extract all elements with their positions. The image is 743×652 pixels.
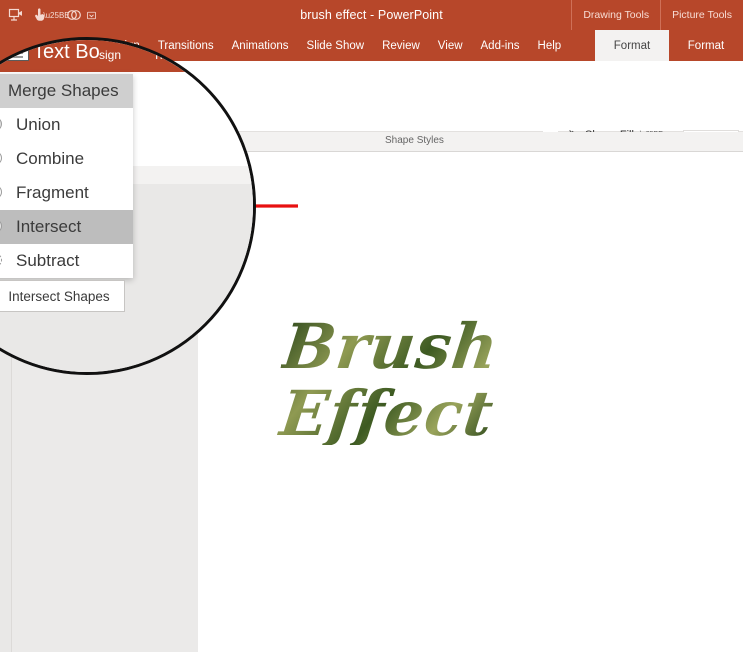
merge-shapes-menu[interactable]: Merge Shapes Union Combine Fragment Inte… xyxy=(0,74,133,278)
text-box-label: Text Bo xyxy=(33,41,100,63)
menu-item-fragment-label: Fragment xyxy=(16,183,89,202)
contextual-group-picture-tools: Picture Tools xyxy=(660,0,743,30)
intersect-icon xyxy=(0,217,3,237)
shape-styles-group-label: Shape Styles xyxy=(385,135,444,146)
tab-review[interactable]: Review xyxy=(373,30,429,61)
merge-shapes-header-label: Merge Shapes xyxy=(8,81,119,100)
combine-icon xyxy=(0,149,3,169)
wordart-brush-effect[interactable]: Brush Effect xyxy=(271,317,505,445)
menu-item-combine-label: Combine xyxy=(16,149,85,168)
slide-canvas[interactable]: Brush Effect xyxy=(199,152,743,652)
fragment-icon xyxy=(0,183,3,203)
wordart-line-2: Effect xyxy=(276,376,498,450)
title-bar: \u25BE brush effect - PowerPoint Drawing… xyxy=(0,0,743,30)
tab-view[interactable]: View xyxy=(429,30,472,61)
magnifier-circle: Text Bo sign Transitions A rt Sha Merge … xyxy=(0,37,256,375)
magnified-tab-design[interactable]: sign xyxy=(99,48,121,62)
menu-item-fragment[interactable]: Fragment xyxy=(0,176,133,210)
tab-picture-tools-format[interactable]: Format xyxy=(669,30,743,61)
contextual-tab-group-labels: Drawing Tools Picture Tools xyxy=(571,0,743,30)
tab-add-ins[interactable]: Add-ins xyxy=(472,30,529,61)
merge-shapes-menu-header[interactable]: Merge Shapes xyxy=(0,74,133,108)
wordart-line-1: Brush xyxy=(278,310,503,383)
menu-item-union-label: Union xyxy=(16,115,61,134)
menu-item-union[interactable]: Union xyxy=(0,108,133,142)
magnified-tab-animations[interactable]: A xyxy=(241,48,249,62)
menu-item-combine[interactable]: Combine xyxy=(0,142,133,176)
tab-slide-show[interactable]: Slide Show xyxy=(298,30,374,61)
menu-item-intersect-label: Intersect xyxy=(16,217,82,236)
magnified-tab-transitions[interactable]: Transitions xyxy=(153,48,211,62)
tab-drawing-tools-format[interactable]: Format xyxy=(595,30,669,61)
contextual-group-drawing-tools: Drawing Tools xyxy=(571,0,661,30)
intersect-shapes-tooltip: Intersect Shapes xyxy=(0,280,125,312)
union-icon xyxy=(0,115,3,135)
powerpoint-window: \u25BE brush effect - PowerPoint Drawing… xyxy=(0,0,743,652)
contextual-tabs: Format Format xyxy=(595,30,743,61)
menu-item-subtract-label: Subtract xyxy=(16,251,80,270)
menu-item-intersect[interactable]: Intersect xyxy=(0,210,133,244)
magnified-ribbon-tabstrip: Text Bo sign Transitions A xyxy=(0,40,253,72)
subtract-icon xyxy=(0,251,3,271)
tab-help[interactable]: Help xyxy=(529,30,571,61)
menu-item-subtract[interactable]: Subtract xyxy=(0,244,133,278)
text-box-icon xyxy=(7,43,29,61)
